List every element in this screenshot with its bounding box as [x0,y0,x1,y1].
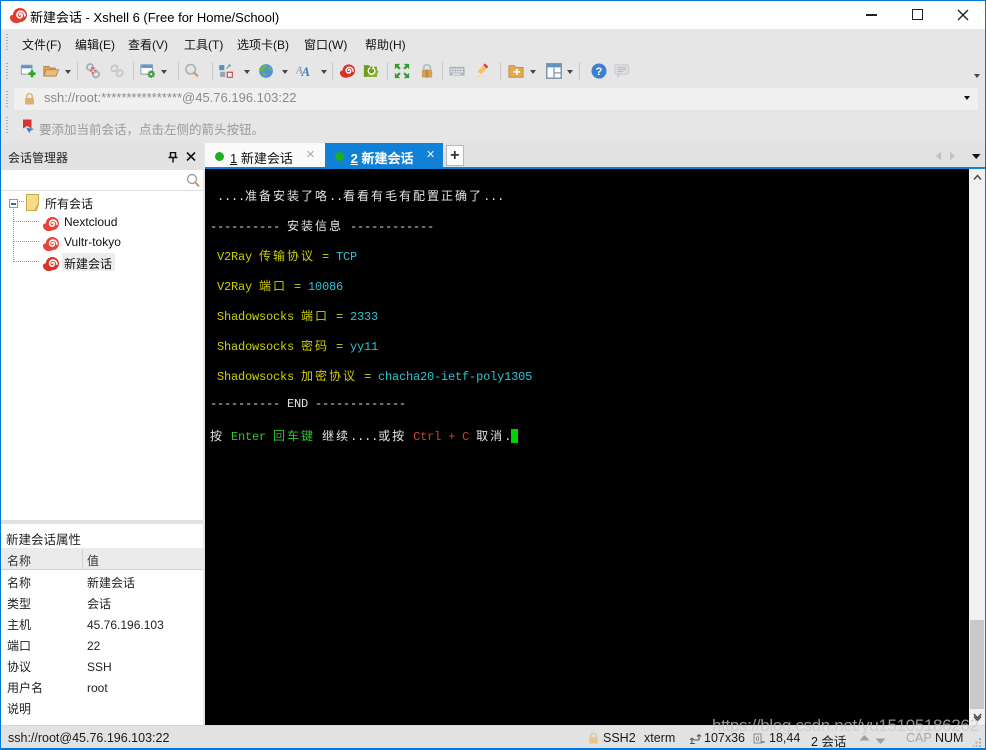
svg-text:A: A [300,65,309,79]
svg-text:?: ? [596,66,603,78]
svg-text:0: 0 [756,736,760,743]
